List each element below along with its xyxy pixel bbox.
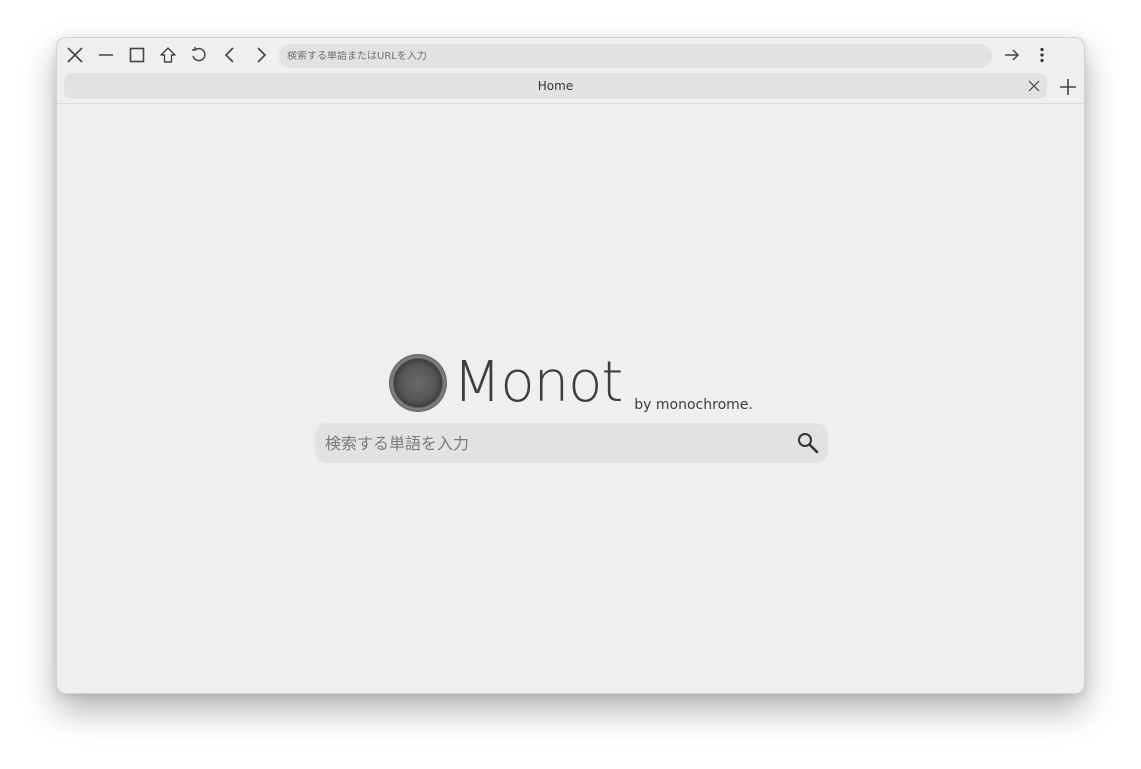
home-button[interactable] xyxy=(156,43,180,67)
reload-button[interactable] xyxy=(187,43,211,67)
maximize-icon xyxy=(129,47,145,63)
menu-button[interactable] xyxy=(1030,43,1054,67)
search-button[interactable] xyxy=(794,429,822,457)
close-icon xyxy=(1028,80,1040,92)
close-window-button[interactable] xyxy=(63,43,87,67)
tab-close-button[interactable] xyxy=(1025,77,1043,95)
brand-byline: by monochrome. xyxy=(634,397,753,413)
search-box[interactable] xyxy=(315,423,828,463)
forward-icon xyxy=(257,47,267,63)
back-button[interactable] xyxy=(218,43,242,67)
minimize-icon xyxy=(99,54,113,56)
tab-bar: Home xyxy=(57,73,1084,104)
menu-kebab-icon xyxy=(1040,47,1044,63)
plus-icon xyxy=(1060,79,1076,95)
home-icon xyxy=(160,47,176,63)
minimize-window-button[interactable] xyxy=(94,43,118,67)
brand-header: Monot by monochrome. xyxy=(389,350,753,416)
brand-name: Monot xyxy=(453,350,623,415)
go-button[interactable] xyxy=(1000,43,1024,67)
close-icon xyxy=(67,47,83,63)
maximize-window-button[interactable] xyxy=(125,43,149,67)
address-bar[interactable] xyxy=(279,44,992,68)
toolbar xyxy=(57,38,1084,74)
go-arrow-icon xyxy=(1005,49,1020,61)
tab-title: Home xyxy=(537,79,574,93)
new-tab-button[interactable] xyxy=(1056,75,1080,99)
tab-home[interactable]: Home xyxy=(64,73,1047,99)
back-icon xyxy=(224,47,234,63)
address-input[interactable] xyxy=(287,50,984,62)
search-input[interactable] xyxy=(325,433,784,453)
reload-icon xyxy=(191,46,206,62)
forward-button[interactable] xyxy=(249,43,273,67)
browser-window: Home Monot by monochrome. xyxy=(56,37,1085,694)
monot-logo xyxy=(389,354,447,412)
search-icon xyxy=(798,433,819,454)
